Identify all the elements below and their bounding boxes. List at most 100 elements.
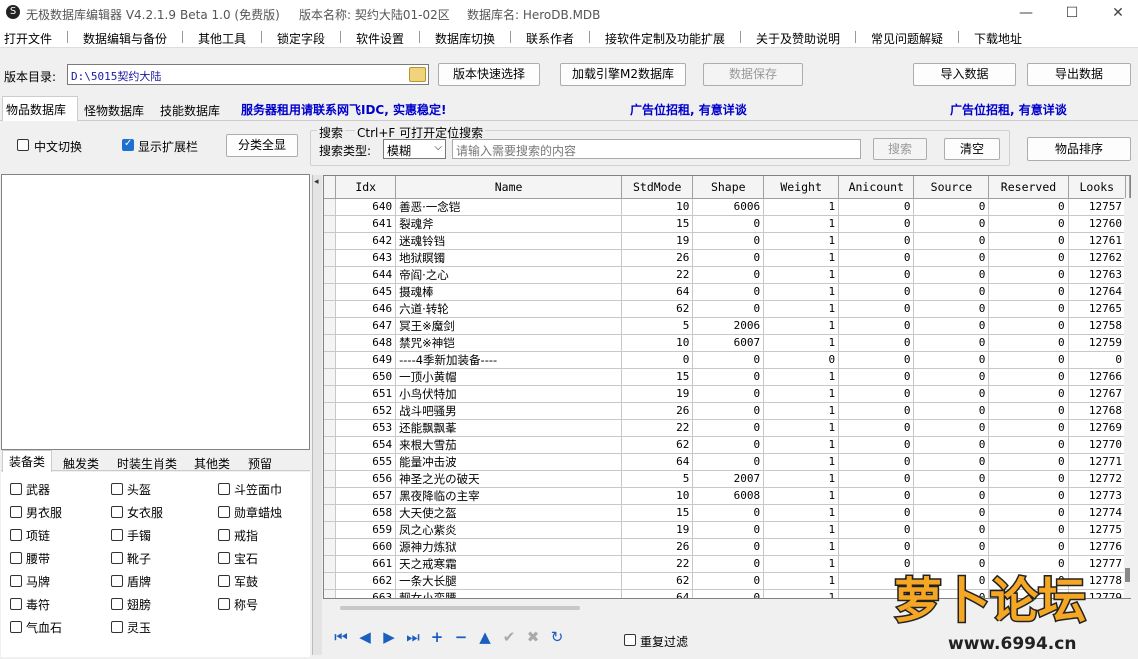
refresh-icon[interactable]: ↻: [548, 628, 566, 646]
table-cell[interactable]: 1: [763, 198, 840, 216]
table-cell[interactable]: 0: [692, 283, 765, 301]
table-cell[interactable]: 0: [988, 538, 1069, 556]
table-cell[interactable]: 0: [913, 215, 990, 233]
table-cell[interactable]: 663: [335, 589, 397, 598]
table-cell[interactable]: 5: [621, 470, 694, 488]
category-checkbox[interactable]: [10, 552, 22, 564]
table-cell[interactable]: 0: [988, 232, 1069, 250]
table-cell[interactable]: 0: [692, 402, 765, 420]
table-cell[interactable]: 0: [988, 215, 1069, 233]
menu-lock-field[interactable]: 锁定字段: [277, 30, 325, 47]
table-cell[interactable]: 1: [763, 589, 840, 598]
table-cell[interactable]: 0: [988, 249, 1069, 267]
menu-other-tools[interactable]: 其他工具: [198, 30, 246, 47]
category-checkbox[interactable]: [111, 506, 123, 518]
table-cell[interactable]: 冥王※魔剑: [395, 317, 623, 335]
table-cell[interactable]: 0: [913, 385, 990, 403]
cat-tab-fashion[interactable]: 时装生肖类: [117, 455, 177, 472]
item-grid[interactable]: Idx Name StdMode Shape Weight Anicount Source R…: [323, 175, 1131, 599]
category-checkbox[interactable]: [111, 575, 123, 587]
cat-tab-trigger[interactable]: 触发类: [63, 455, 99, 472]
folder-icon[interactable]: [409, 67, 426, 82]
table-cell[interactable]: 1: [763, 232, 840, 250]
table-cell[interactable]: 0: [838, 215, 915, 233]
category-checkbox[interactable]: [10, 506, 22, 518]
table-cell[interactable]: 12768: [1068, 402, 1127, 420]
table-cell[interactable]: 0: [988, 385, 1069, 403]
table-cell[interactable]: 1: [763, 572, 840, 590]
category-checkbox[interactable]: [10, 529, 22, 541]
table-cell[interactable]: 善恶·一念铠: [395, 198, 623, 216]
column-header[interactable]: Reserved: [988, 176, 1069, 199]
table-cell[interactable]: 0: [913, 249, 990, 267]
grid-horizontal-scrollbar[interactable]: [340, 606, 580, 610]
table-cell[interactable]: 0: [838, 521, 915, 539]
delete-icon[interactable]: −: [452, 628, 470, 646]
table-cell[interactable]: 646: [335, 300, 397, 318]
table-cell[interactable]: 22: [621, 419, 694, 437]
grid-vertical-scrollbar[interactable]: [1124, 198, 1131, 598]
table-cell[interactable]: 12759: [1068, 334, 1127, 352]
import-button[interactable]: 导入数据: [913, 63, 1016, 86]
table-cell[interactable]: 12771: [1068, 453, 1127, 471]
table-row[interactable]: 651 小鸟伏特加 19 0 1 0 0 0 12767: [324, 385, 1130, 403]
table-cell[interactable]: 0: [838, 300, 915, 318]
category-checkbox[interactable]: [111, 621, 123, 633]
table-cell[interactable]: 1: [763, 215, 840, 233]
search-input[interactable]: 请输入需要搜索的内容: [452, 139, 861, 159]
table-cell[interactable]: 640: [335, 198, 397, 216]
table-cell[interactable]: 黑夜降临の主宰: [395, 487, 623, 505]
category-checkbox[interactable]: [111, 598, 123, 610]
table-cell[interactable]: 0: [913, 504, 990, 522]
column-header[interactable]: Shape: [692, 176, 765, 199]
table-cell[interactable]: 658: [335, 504, 397, 522]
column-header[interactable]: Name: [395, 176, 623, 199]
table-cell[interactable]: 迷魂铃铛: [395, 232, 623, 250]
table-row[interactable]: 643 地狱瞑镯 26 0 1 0 0 0 12762: [324, 249, 1130, 267]
table-cell[interactable]: 裂魂斧: [395, 215, 623, 233]
column-header[interactable]: Looks: [1068, 176, 1127, 199]
sort-items-button[interactable]: 物品排序: [1027, 137, 1131, 161]
table-cell[interactable]: 661: [335, 555, 397, 573]
chinese-switch-checkbox[interactable]: [17, 139, 29, 151]
category-checkbox[interactable]: [218, 575, 230, 587]
table-cell[interactable]: 15: [621, 215, 694, 233]
table-row[interactable]: 660 源神力炼狱 26 0 1 0 0 0 12776: [324, 538, 1130, 556]
confirm-icon[interactable]: ✔: [500, 628, 518, 646]
cat-tab-reserved[interactable]: 预留: [248, 455, 272, 472]
table-cell[interactable]: 1: [763, 385, 840, 403]
table-cell[interactable]: 1: [763, 402, 840, 420]
load-m2-button[interactable]: 加载引擎M2数据库: [560, 63, 686, 86]
menu-data-edit[interactable]: 数据编辑与备份: [83, 30, 167, 47]
table-cell[interactable]: 62: [621, 300, 694, 318]
category-checkbox[interactable]: [111, 529, 123, 541]
tab-items[interactable]: 物品数据库: [6, 101, 66, 118]
search-button[interactable]: 搜索: [873, 138, 927, 160]
table-cell[interactable]: 0: [913, 232, 990, 250]
table-cell[interactable]: 12757: [1068, 198, 1127, 216]
table-cell[interactable]: 1: [763, 300, 840, 318]
up-icon[interactable]: ▲: [476, 628, 494, 646]
table-cell[interactable]: 2006: [692, 317, 765, 335]
table-row[interactable]: 652 战斗吧骚男 26 0 1 0 0 0 12768: [324, 402, 1130, 420]
table-cell[interactable]: 15: [621, 368, 694, 386]
table-cell[interactable]: 0: [692, 215, 765, 233]
table-cell[interactable]: 0: [913, 470, 990, 488]
table-cell[interactable]: 0: [913, 198, 990, 216]
table-row[interactable]: 653 还能飘飘莑 22 0 1 0 0 0 12769: [324, 419, 1130, 437]
table-cell[interactable]: 19: [621, 521, 694, 539]
table-cell[interactable]: 来根大雪茄: [395, 436, 623, 454]
table-cell[interactable]: 0: [692, 436, 765, 454]
table-cell[interactable]: 0: [692, 385, 765, 403]
table-cell[interactable]: 0: [692, 351, 765, 369]
table-cell[interactable]: 12772: [1068, 470, 1127, 488]
table-cell[interactable]: 0: [913, 453, 990, 471]
table-cell[interactable]: 一条大长腿: [395, 572, 623, 590]
table-cell[interactable]: 0: [988, 436, 1069, 454]
table-cell[interactable]: 12764: [1068, 283, 1127, 301]
table-cell[interactable]: 647: [335, 317, 397, 335]
add-icon[interactable]: +: [428, 628, 446, 646]
quick-select-button[interactable]: 版本快速选择: [438, 63, 540, 86]
table-cell[interactable]: 0: [988, 317, 1069, 335]
column-header[interactable]: Idx: [335, 176, 397, 199]
